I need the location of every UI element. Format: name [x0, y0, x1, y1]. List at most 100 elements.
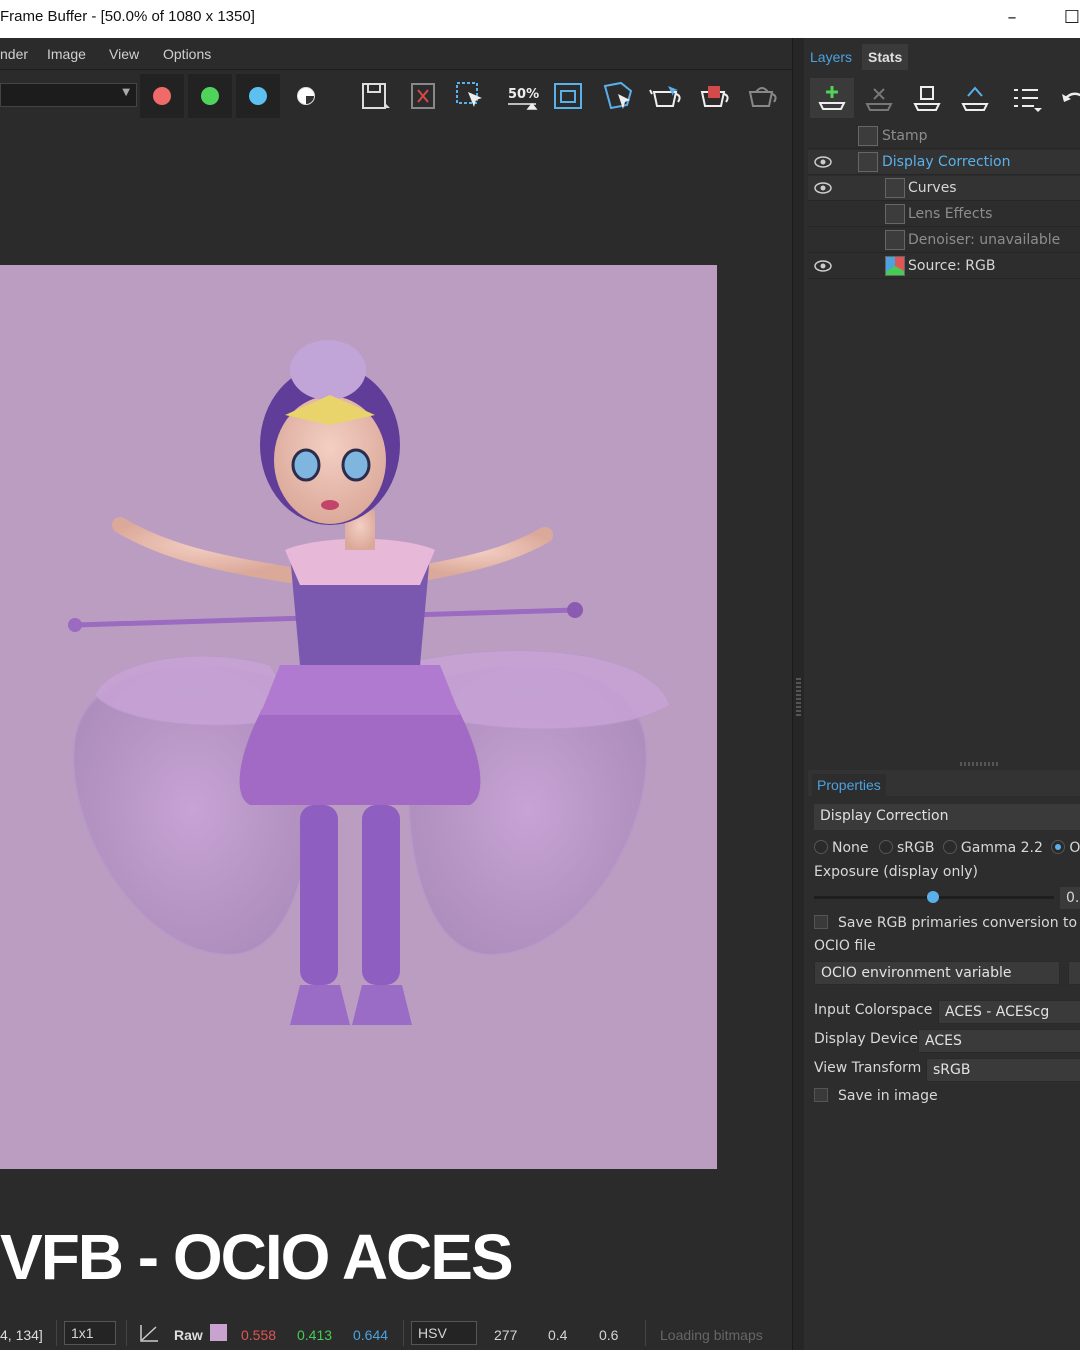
zoom-50-icon[interactable]: 50% — [504, 78, 540, 114]
stop-teapot-icon[interactable] — [744, 78, 780, 114]
menu-render[interactable]: nder — [0, 46, 28, 62]
layer-label: Lens Effects — [908, 206, 993, 222]
maximize-button[interactable]: ☐ — [1058, 4, 1080, 32]
chevron-down-icon: ▼ — [122, 87, 130, 98]
blue-channel-button[interactable] — [236, 74, 280, 118]
add-layer-button[interactable] — [810, 78, 854, 118]
layer-curves[interactable]: Curves — [808, 176, 1080, 201]
green-value: 0.413 — [297, 1327, 333, 1343]
track-mouse-icon[interactable] — [600, 78, 636, 114]
save-rgb-row: Save RGB primaries conversion to in — [814, 915, 1080, 931]
eye-icon[interactable] — [814, 259, 832, 273]
radio-none[interactable] — [814, 840, 828, 854]
tab-stats[interactable]: Stats — [862, 44, 909, 70]
radio-ocio[interactable] — [1051, 840, 1066, 854]
panel-splitter[interactable] — [792, 38, 804, 1350]
alpha-channel-button[interactable] — [284, 74, 328, 118]
ocio-env-field[interactable]: OCIO environment variable — [814, 961, 1060, 985]
pixel-coords: 4, 134] — [0, 1327, 43, 1343]
tab-layers[interactable]: Layers — [804, 44, 858, 70]
layer-stamp[interactable]: Stamp — [808, 124, 1080, 149]
display-mode-radios: None sRGB Gamma 2.2 OCI — [814, 840, 1080, 856]
green-channel-button[interactable] — [188, 74, 232, 118]
properties-tab-bar: Properties — [808, 770, 1080, 796]
layer-list-icon[interactable] — [1008, 82, 1042, 116]
status-separator — [56, 1320, 57, 1346]
saturation-value: 0.4 — [548, 1327, 568, 1343]
input-colorspace-label: Input Colorspace — [814, 1002, 933, 1018]
status-separator — [403, 1320, 404, 1346]
layer-denoiser[interactable]: Denoiser: unavailable — [808, 228, 1080, 253]
frame-buffer-panel: nder Image View Options ▼ 50% VFB - OCIO… — [0, 38, 792, 1350]
minimize-button[interactable]: – — [998, 4, 1026, 32]
properties-title: Display Correction — [820, 808, 949, 824]
delete-layer-icon[interactable] — [862, 82, 896, 116]
save-rgb-checkbox[interactable] — [814, 915, 828, 929]
value-value: 0.6 — [599, 1327, 619, 1343]
layers-panel: Layers Stats Stamp Display Correction Cu… — [804, 38, 1080, 1350]
layers-toolbar — [804, 76, 1080, 120]
display-device-dropdown[interactable]: ACES — [918, 1029, 1080, 1053]
curve-icon[interactable] — [138, 1322, 160, 1347]
input-colorspace-dropdown[interactable]: ACES - ACEScg — [938, 1000, 1080, 1024]
curves-icon — [885, 178, 905, 198]
eye-icon[interactable] — [814, 155, 832, 169]
exposure-slider-handle[interactable] — [927, 891, 939, 903]
radio-gamma[interactable] — [942, 840, 957, 854]
display-device-label: Display Device — [814, 1031, 918, 1047]
clear-icon[interactable] — [406, 78, 442, 114]
colorspace-dropdown[interactable]: HSV ▼ — [411, 1321, 477, 1345]
radio-none-label: None — [832, 840, 869, 856]
radio-srgb-label: sRGB — [896, 840, 935, 856]
menu-options[interactable]: Options — [163, 46, 211, 62]
save-icon[interactable] — [358, 78, 394, 114]
green-dot-icon — [201, 87, 219, 105]
menu-image[interactable]: Image — [47, 46, 86, 62]
radio-gamma-label: Gamma 2.2 — [960, 840, 1043, 856]
layer-label: Stamp — [882, 128, 928, 144]
layer-label: Denoiser: unavailable — [908, 232, 1061, 248]
splitter-grip[interactable] — [796, 678, 801, 718]
save-rgb-label: Save RGB primaries conversion to in — [838, 915, 1080, 931]
ocio-browse-button[interactable] — [1068, 961, 1080, 985]
layer-label: Display Correction — [882, 154, 1011, 170]
channel-dropdown[interactable]: ▼ — [0, 83, 137, 107]
red-channel-button[interactable] — [140, 74, 184, 118]
region-select-icon[interactable] — [452, 78, 488, 114]
properties-header: Display Correction — [814, 804, 1080, 830]
eye-icon[interactable] — [814, 181, 832, 195]
frame-icon[interactable] — [550, 78, 586, 114]
layer-lens-effects[interactable]: Lens Effects — [808, 202, 1080, 227]
lens-effects-icon — [885, 204, 905, 224]
layer-label: Curves — [908, 180, 957, 196]
horizontal-splitter-grip[interactable] — [960, 762, 1000, 766]
stamp-icon — [858, 126, 878, 146]
status-bar: 4, 134] 1x1 ▼ Raw 0.558 0.413 0.644 HSV … — [0, 1316, 792, 1350]
sample-size-dropdown[interactable]: 1x1 ▼ — [64, 1321, 116, 1345]
status-message: Loading bitmaps — [660, 1327, 763, 1343]
exposure-value[interactable]: 0. — [1060, 887, 1080, 909]
radio-srgb[interactable] — [878, 840, 893, 854]
save-in-image-checkbox[interactable] — [814, 1088, 828, 1102]
layer-display-correction[interactable]: Display Correction — [808, 150, 1080, 175]
view-transform-dropdown[interactable]: sRGB — [926, 1058, 1080, 1082]
tab-properties[interactable]: Properties — [812, 774, 886, 796]
blue-dot-icon — [249, 87, 267, 105]
load-layers-icon[interactable] — [958, 82, 992, 116]
status-separator — [645, 1320, 646, 1346]
denoiser-icon — [885, 230, 905, 250]
menu-view[interactable]: View — [109, 46, 139, 62]
interactive-teapot-icon[interactable] — [696, 78, 732, 114]
render-viewport[interactable] — [0, 265, 717, 1169]
render-teapot-icon[interactable] — [648, 78, 684, 114]
layer-source-rgb[interactable]: Source: RGB — [808, 254, 1080, 279]
sample-size-value: 1x1 — [71, 1325, 94, 1341]
layer-label: Source: RGB — [908, 258, 996, 274]
curve-layer-icon — [858, 152, 878, 172]
save-layers-icon[interactable] — [910, 82, 944, 116]
red-dot-icon — [153, 87, 171, 105]
blue-value: 0.644 — [353, 1327, 389, 1343]
view-transform-label: View Transform — [814, 1060, 922, 1076]
undo-icon[interactable] — [1056, 82, 1080, 116]
colorspace-value: HSV — [418, 1325, 447, 1341]
